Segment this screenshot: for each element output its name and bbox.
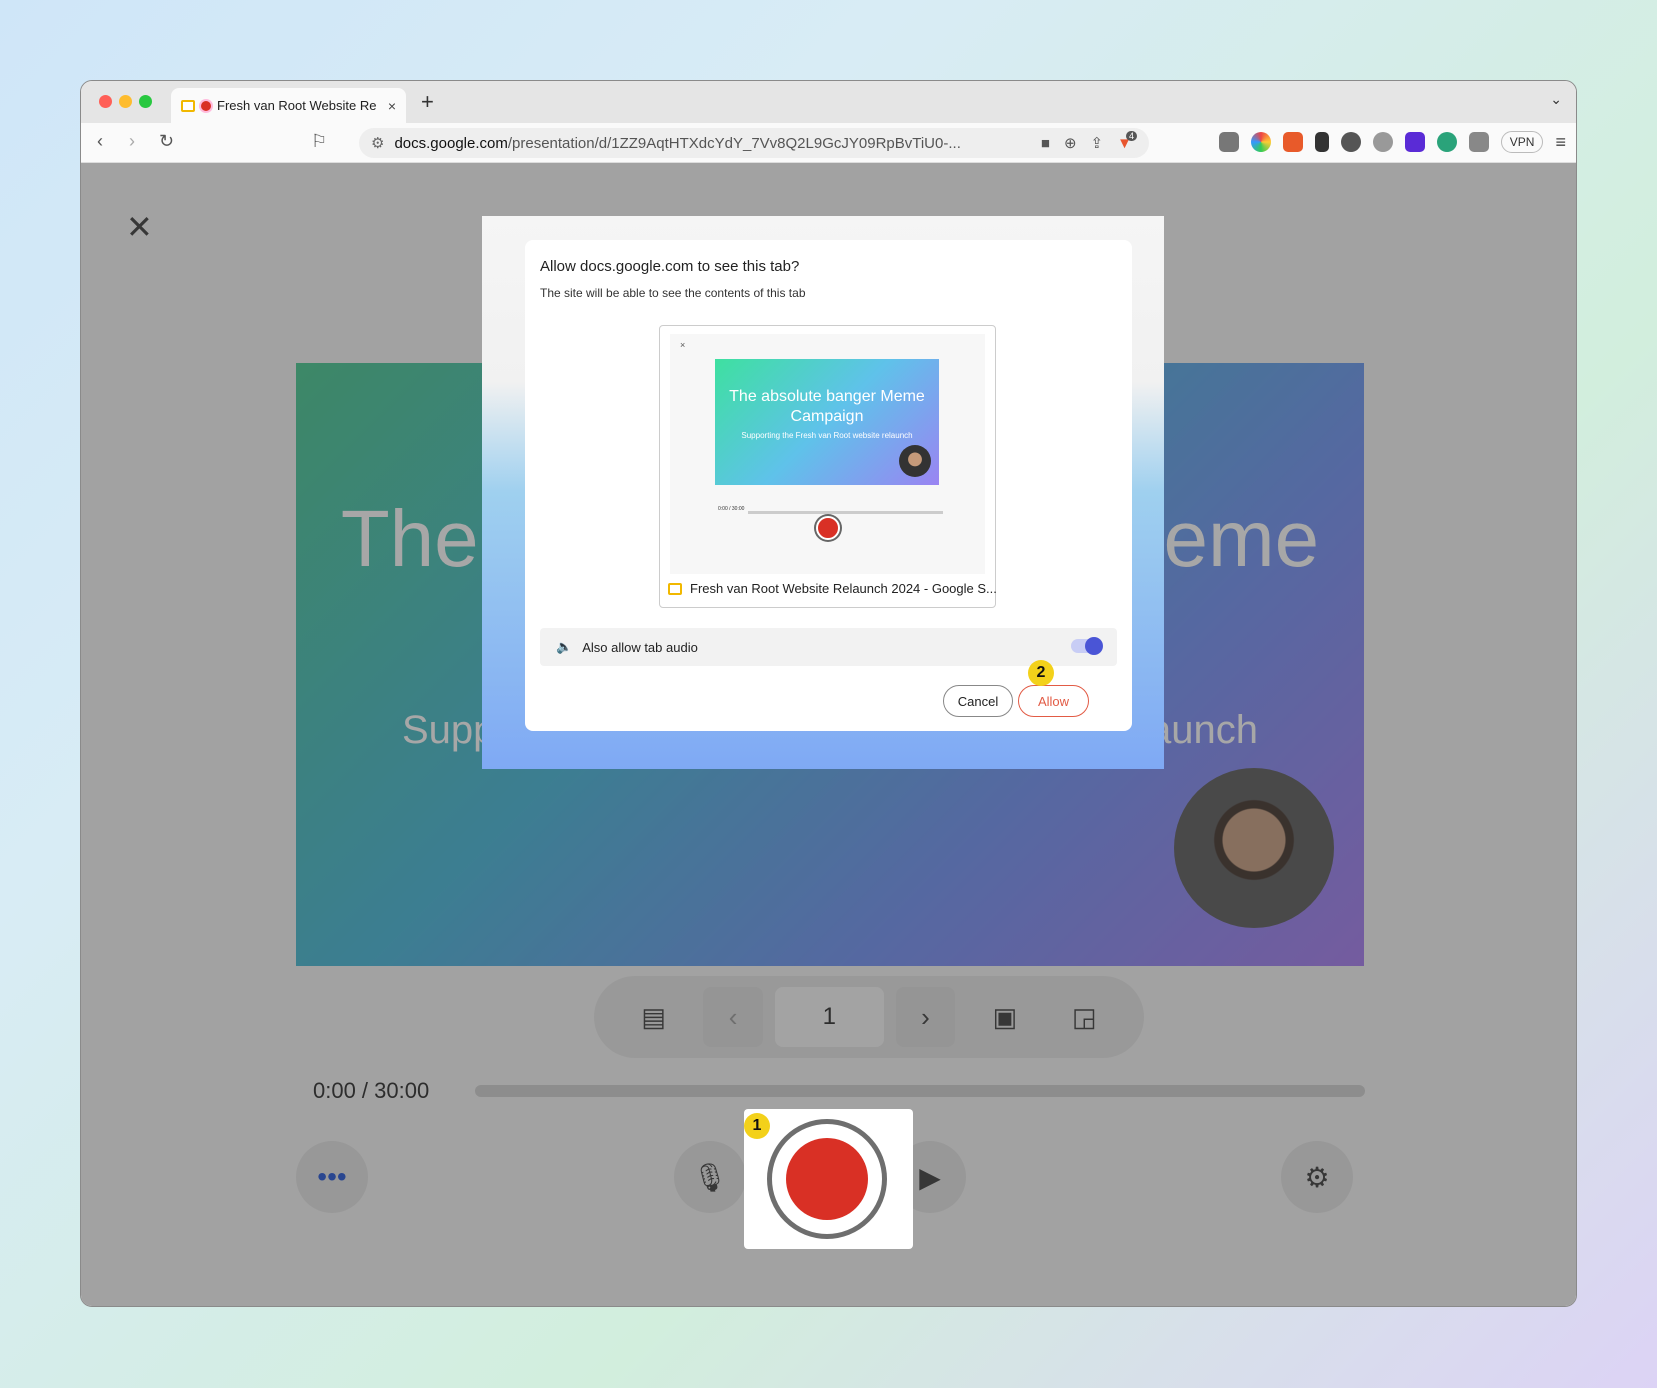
share-tab-dialog: Allow docs.google.com to see this tab? T… [525,240,1132,731]
tab-list-chevron-icon[interactable]: ⌄ [1550,91,1562,108]
mini-time: 0:00 / 30:00 [718,506,745,512]
ublock-icon[interactable] [1218,132,1239,152]
translate-icon[interactable] [1282,132,1303,152]
extensions-area: VPN ≡ [1218,131,1566,153]
mini-record-icon [816,516,840,540]
audio-toggle[interactable] [1071,637,1103,655]
site-settings-icon[interactable]: ⚙ [371,134,384,152]
url-host: docs.google.com [394,134,508,152]
zoom-icon[interactable]: ⊕ [1064,134,1077,152]
reload-icon[interactable]: ↻ [159,131,174,152]
forward-icon[interactable]: › [129,131,135,152]
preview-tab-label: Fresh van Root Website Relaunch 2024 - G… [668,581,997,596]
vpn-button[interactable]: VPN [1500,131,1544,153]
tab-bar: Fresh van Root Website Re × + ⌄ [81,81,1576,123]
toggle-knob [1085,637,1103,655]
recording-page: ✕ The absolute banger Meme Campaign Supp… [81,163,1576,1306]
shields-count-badge: 4 [1125,131,1137,141]
puzzle-icon[interactable] [1468,132,1489,152]
menu-icon[interactable]: ≡ [1555,132,1566,153]
chatgpt-icon[interactable] [1436,132,1457,152]
browser-tab[interactable]: Fresh van Root Website Re × [171,88,406,123]
pin-icon[interactable] [1314,132,1329,152]
dialog-subtitle: The site will be able to see the content… [540,286,806,300]
audio-label: Also allow tab audio [582,639,698,655]
bookmark-icon[interactable]: ⚐ [311,131,327,152]
preview-tab-title: Fresh van Root Website Relaunch 2024 - G… [690,581,997,596]
record-button[interactable] [767,1119,887,1239]
back-icon[interactable]: ‹ [97,131,103,152]
record-dot-icon [786,1138,868,1220]
color-picker-icon[interactable] [1250,132,1271,152]
slides-icon [668,582,682,595]
address-bar[interactable]: ⚙ docs.google.com /presentation/d/1ZZ9Aq… [359,128,1149,158]
minimize-window-button[interactable] [119,95,132,108]
step-badge-2: 2 [1028,660,1054,686]
new-tab-button[interactable]: + [421,89,434,115]
mini-slide: The absolute banger Meme Campaign Suppor… [715,359,939,485]
step-badge-1: 1 [744,1113,770,1139]
mini-slide-title: The absolute banger Meme Campaign [729,388,925,425]
close-window-button[interactable] [99,95,112,108]
slides-icon [181,99,195,112]
dialog-title: Allow docs.google.com to see this tab? [540,258,800,275]
zoom-window-button[interactable] [139,95,152,108]
tab-preview[interactable]: × The absolute banger Meme Campaign Supp… [659,325,997,608]
tab-title: Fresh van Root Website Re [217,98,377,113]
toolbar: ‹ › ↻ ⚐ ⚙ docs.google.com /presentation/… [81,123,1576,163]
mini-slide-subtitle: Supporting the Fresh van Root website re… [741,431,913,440]
mini-close-icon: × [680,340,686,350]
allow-button[interactable]: Allow [1018,685,1089,717]
share-icon[interactable]: ⇪ [1091,134,1104,152]
speaker-icon: 🔈 [556,639,573,654]
tracker-icon[interactable] [1340,132,1361,152]
triangle-ext-icon[interactable] [1404,132,1425,152]
tab-close-icon[interactable]: × [388,98,396,114]
mini-avatar [899,445,931,477]
cloud-icon[interactable] [1372,132,1393,152]
cancel-button[interactable]: Cancel [943,685,1013,717]
browser-window: Fresh van Root Website Re × + ⌄ ‹ › ↻ ⚐ … [80,80,1577,1307]
tab-audio-row[interactable]: 🔈 Also allow tab audio [540,628,1117,666]
url-path: /presentation/d/1ZZ9AqtHTXdcYdY_7Vv8Q2L9… [507,134,961,152]
camera-icon[interactable]: ■ [1041,135,1050,152]
mini-progress [748,511,943,514]
recording-indicator-icon [201,100,211,111]
tab-thumbnail: × The absolute banger Meme Campaign Supp… [670,334,985,574]
